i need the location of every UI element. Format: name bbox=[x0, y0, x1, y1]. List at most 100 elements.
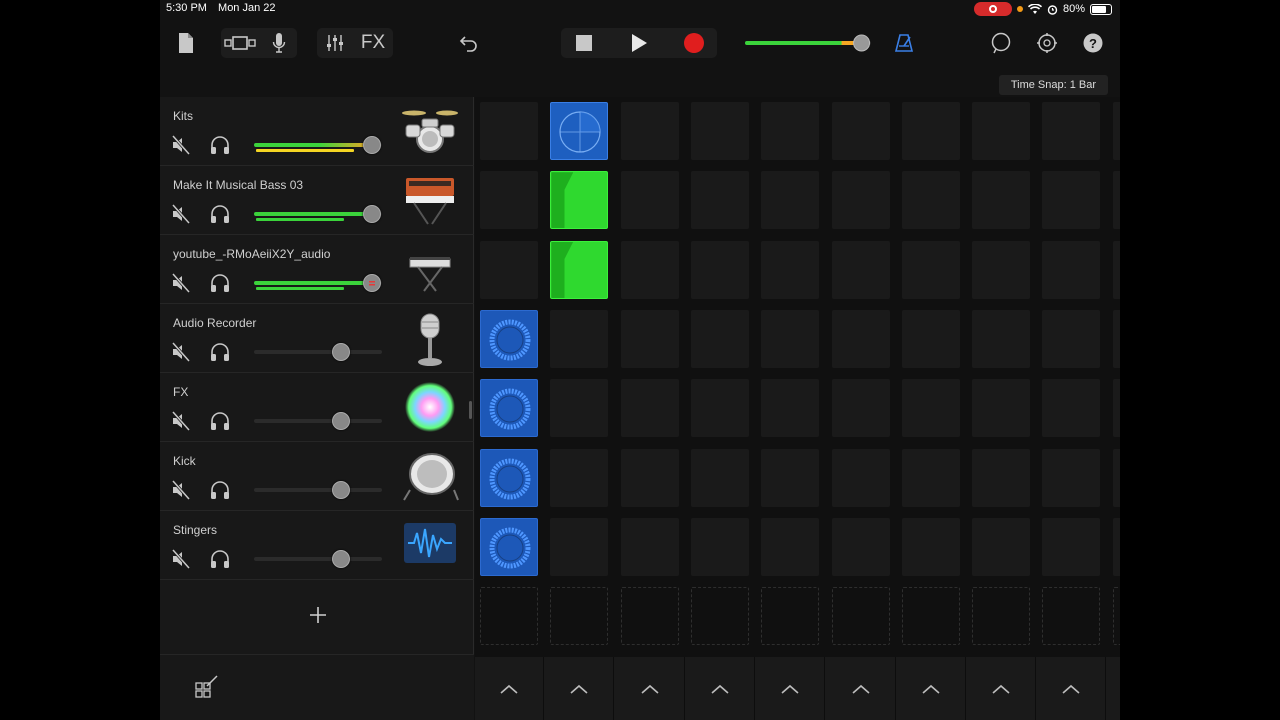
empty-cell[interactable] bbox=[901, 379, 960, 438]
empty-cell[interactable] bbox=[761, 171, 820, 230]
loop-cell[interactable] bbox=[550, 171, 609, 230]
track-volume-slider[interactable] bbox=[254, 343, 382, 361]
empty-cell[interactable] bbox=[480, 171, 538, 230]
column-trigger-button[interactable] bbox=[475, 657, 544, 720]
empty-cell[interactable] bbox=[831, 448, 890, 507]
synth-keyboard-icon[interactable] bbox=[400, 174, 460, 226]
microphone-icon[interactable] bbox=[400, 312, 460, 366]
empty-cell[interactable] bbox=[972, 448, 1031, 507]
solo-button[interactable] bbox=[209, 341, 231, 363]
track-row[interactable]: Kick bbox=[160, 442, 474, 511]
mute-button[interactable] bbox=[170, 134, 192, 156]
empty-cell[interactable] bbox=[972, 171, 1031, 230]
empty-cell-slot[interactable] bbox=[1042, 587, 1101, 646]
track-row[interactable]: Audio Recorder bbox=[160, 304, 474, 373]
volume-knob[interactable] bbox=[332, 481, 350, 499]
empty-cell[interactable] bbox=[972, 102, 1031, 160]
empty-cell[interactable] bbox=[901, 309, 960, 368]
metronome-button[interactable] bbox=[890, 28, 918, 58]
empty-cell-slot[interactable] bbox=[972, 587, 1031, 646]
empty-cell[interactable] bbox=[480, 102, 538, 160]
help-button[interactable]: ? bbox=[1078, 28, 1108, 58]
empty-cell[interactable] bbox=[690, 448, 749, 507]
solo-button[interactable] bbox=[209, 479, 231, 501]
column-trigger-button[interactable] bbox=[686, 657, 755, 720]
track-volume-slider[interactable] bbox=[254, 205, 382, 223]
empty-cell[interactable] bbox=[1112, 240, 1120, 299]
loop-cell[interactable] bbox=[480, 517, 538, 576]
empty-cell[interactable] bbox=[550, 517, 609, 576]
empty-cell[interactable] bbox=[972, 240, 1031, 299]
settings-button[interactable] bbox=[1032, 28, 1062, 58]
screen-recording-icon[interactable] bbox=[973, 2, 1012, 16]
mute-button[interactable] bbox=[170, 203, 192, 225]
empty-cell[interactable] bbox=[761, 448, 820, 507]
track-row[interactable]: Stingers bbox=[160, 511, 474, 580]
track-volume-slider[interactable] bbox=[254, 274, 382, 292]
volume-knob[interactable] bbox=[363, 274, 381, 292]
empty-cell[interactable] bbox=[831, 102, 890, 160]
empty-cell[interactable] bbox=[831, 379, 890, 438]
empty-cell-slot[interactable] bbox=[550, 587, 609, 646]
empty-cell-slot[interactable] bbox=[831, 587, 890, 646]
mute-button[interactable] bbox=[170, 479, 192, 501]
keyboard-stand-icon[interactable] bbox=[400, 243, 460, 295]
mute-button[interactable] bbox=[170, 341, 192, 363]
empty-cell[interactable] bbox=[831, 309, 890, 368]
column-trigger-button[interactable] bbox=[545, 657, 615, 720]
empty-cell[interactable] bbox=[972, 517, 1031, 576]
empty-cell[interactable] bbox=[550, 379, 609, 438]
empty-cell[interactable] bbox=[550, 309, 609, 368]
empty-cell[interactable] bbox=[690, 309, 749, 368]
empty-cell[interactable] bbox=[1042, 448, 1101, 507]
sparkle-burst-icon[interactable] bbox=[400, 381, 460, 433]
empty-cell-slot[interactable] bbox=[1112, 587, 1120, 646]
empty-cell[interactable] bbox=[831, 517, 890, 576]
empty-cell[interactable] bbox=[620, 171, 679, 230]
my-songs-button[interactable] bbox=[174, 28, 198, 58]
empty-cell-slot[interactable] bbox=[480, 587, 538, 646]
empty-cell[interactable] bbox=[620, 379, 679, 438]
track-volume-slider[interactable] bbox=[254, 550, 382, 568]
empty-cell[interactable] bbox=[1042, 379, 1101, 438]
empty-cell[interactable] bbox=[901, 240, 960, 299]
add-track-button[interactable] bbox=[308, 605, 328, 625]
empty-cell[interactable] bbox=[972, 379, 1031, 438]
empty-cell[interactable] bbox=[1112, 448, 1120, 507]
solo-button[interactable] bbox=[209, 272, 231, 294]
mute-button[interactable] bbox=[170, 272, 192, 294]
empty-cell[interactable] bbox=[1112, 379, 1120, 438]
empty-cell[interactable] bbox=[690, 240, 749, 299]
empty-cell[interactable] bbox=[1042, 102, 1101, 160]
loop-cell[interactable] bbox=[480, 448, 538, 507]
volume-knob[interactable] bbox=[363, 136, 381, 154]
track-volume-slider[interactable] bbox=[254, 481, 382, 499]
empty-cell[interactable] bbox=[972, 309, 1031, 368]
empty-cell-slot[interactable] bbox=[690, 587, 749, 646]
master-volume-slider[interactable] bbox=[745, 32, 875, 54]
mute-button[interactable] bbox=[170, 410, 192, 432]
track-row[interactable]: Kits bbox=[160, 97, 474, 166]
empty-cell-slot[interactable] bbox=[761, 587, 820, 646]
empty-cell[interactable] bbox=[690, 517, 749, 576]
loop-cell[interactable] bbox=[550, 240, 609, 299]
solo-button[interactable] bbox=[209, 134, 231, 156]
record-button[interactable] bbox=[678, 28, 710, 58]
fx-button[interactable]: FX bbox=[356, 28, 390, 58]
undo-button[interactable] bbox=[454, 28, 484, 58]
live-loops-grid[interactable] bbox=[475, 97, 1120, 657]
empty-cell[interactable] bbox=[901, 448, 960, 507]
loop-browser-button[interactable] bbox=[986, 28, 1016, 58]
column-trigger-button[interactable] bbox=[1108, 657, 1120, 720]
empty-cell-slot[interactable] bbox=[620, 587, 679, 646]
column-trigger-button[interactable] bbox=[897, 657, 966, 720]
waveform-icon[interactable] bbox=[400, 519, 460, 571]
track-volume-slider[interactable] bbox=[254, 412, 382, 430]
empty-cell[interactable] bbox=[1042, 171, 1101, 230]
empty-cell[interactable] bbox=[550, 448, 609, 507]
loop-cell[interactable] bbox=[550, 102, 609, 160]
empty-cell[interactable] bbox=[620, 240, 679, 299]
empty-cell[interactable] bbox=[690, 171, 749, 230]
edit-grid-button[interactable] bbox=[194, 673, 220, 699]
column-trigger-button[interactable] bbox=[756, 657, 826, 720]
